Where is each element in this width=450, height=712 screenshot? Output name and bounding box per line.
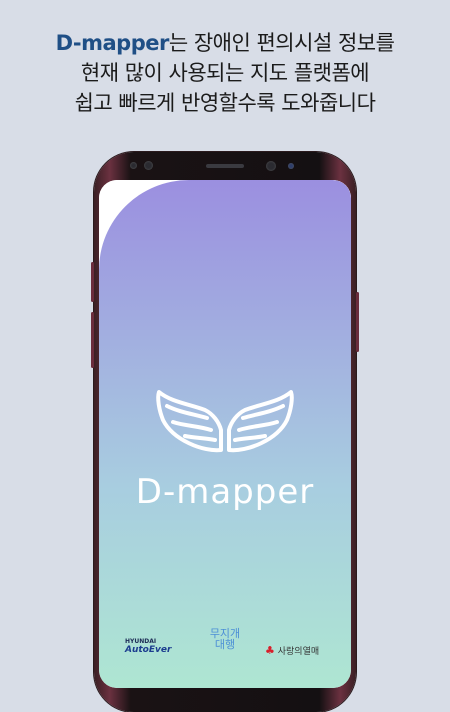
promo-headline: D-mapper는 장애인 편의시설 정보를 현재 많이 사용되는 지도 플랫폼… <box>0 28 450 118</box>
hyundai-logo-top: HYUNDAI <box>125 638 157 645</box>
love-fruit-label: 사랑의열매 <box>277 647 320 657</box>
iris-scanner-icon <box>266 161 276 171</box>
power-button <box>356 292 359 352</box>
sensor-icon <box>130 162 137 169</box>
hyundai-logo-bottom: AutoEver <box>125 645 172 655</box>
sponsor-logos: HYUNDAI AutoEver 무지개 대행 ♣ 사랑의열매 <box>99 628 351 678</box>
right-wing-feather <box>233 434 267 442</box>
headline-line-1: D-mapper는 장애인 편의시설 정보를 <box>0 28 450 58</box>
app-splash-screen[interactable]: D-mapper HYUNDAI AutoEver 무지개 대행 ♣ 사랑의열매 <box>99 180 351 688</box>
bixby-button <box>91 312 94 368</box>
front-camera-icon <box>144 161 153 170</box>
love-fruit-logo: ♣ 사랑의열매 <box>265 644 335 657</box>
left-wing-feather <box>171 420 213 432</box>
headline-line-1-rest: 는 장애인 편의시설 정보를 <box>168 31 395 55</box>
left-wing <box>156 390 223 453</box>
hyundai-autoever-logo: HYUNDAI AutoEver <box>125 638 185 655</box>
speaker-grille <box>206 164 244 168</box>
phone-top-bezel <box>94 152 356 182</box>
right-wing-feather <box>237 420 279 432</box>
wings-icon <box>156 390 294 453</box>
headline-line-2: 현재 많이 사용되는 지도 플랫폼에 <box>80 61 370 85</box>
headline-brand: D-mapper <box>55 31 170 55</box>
headline-line-3: 쉽고 빠르게 반영할수록 도와줍니다 <box>74 91 376 115</box>
app-name: D-mapper <box>135 472 315 512</box>
rainbow-logo: 무지개 대행 <box>209 627 241 651</box>
love-fruit-icon: ♣ <box>265 644 275 657</box>
volume-button <box>91 262 94 302</box>
proximity-sensor-icon <box>288 163 294 169</box>
right-wing <box>227 390 294 453</box>
left-wing-feather <box>183 434 217 442</box>
